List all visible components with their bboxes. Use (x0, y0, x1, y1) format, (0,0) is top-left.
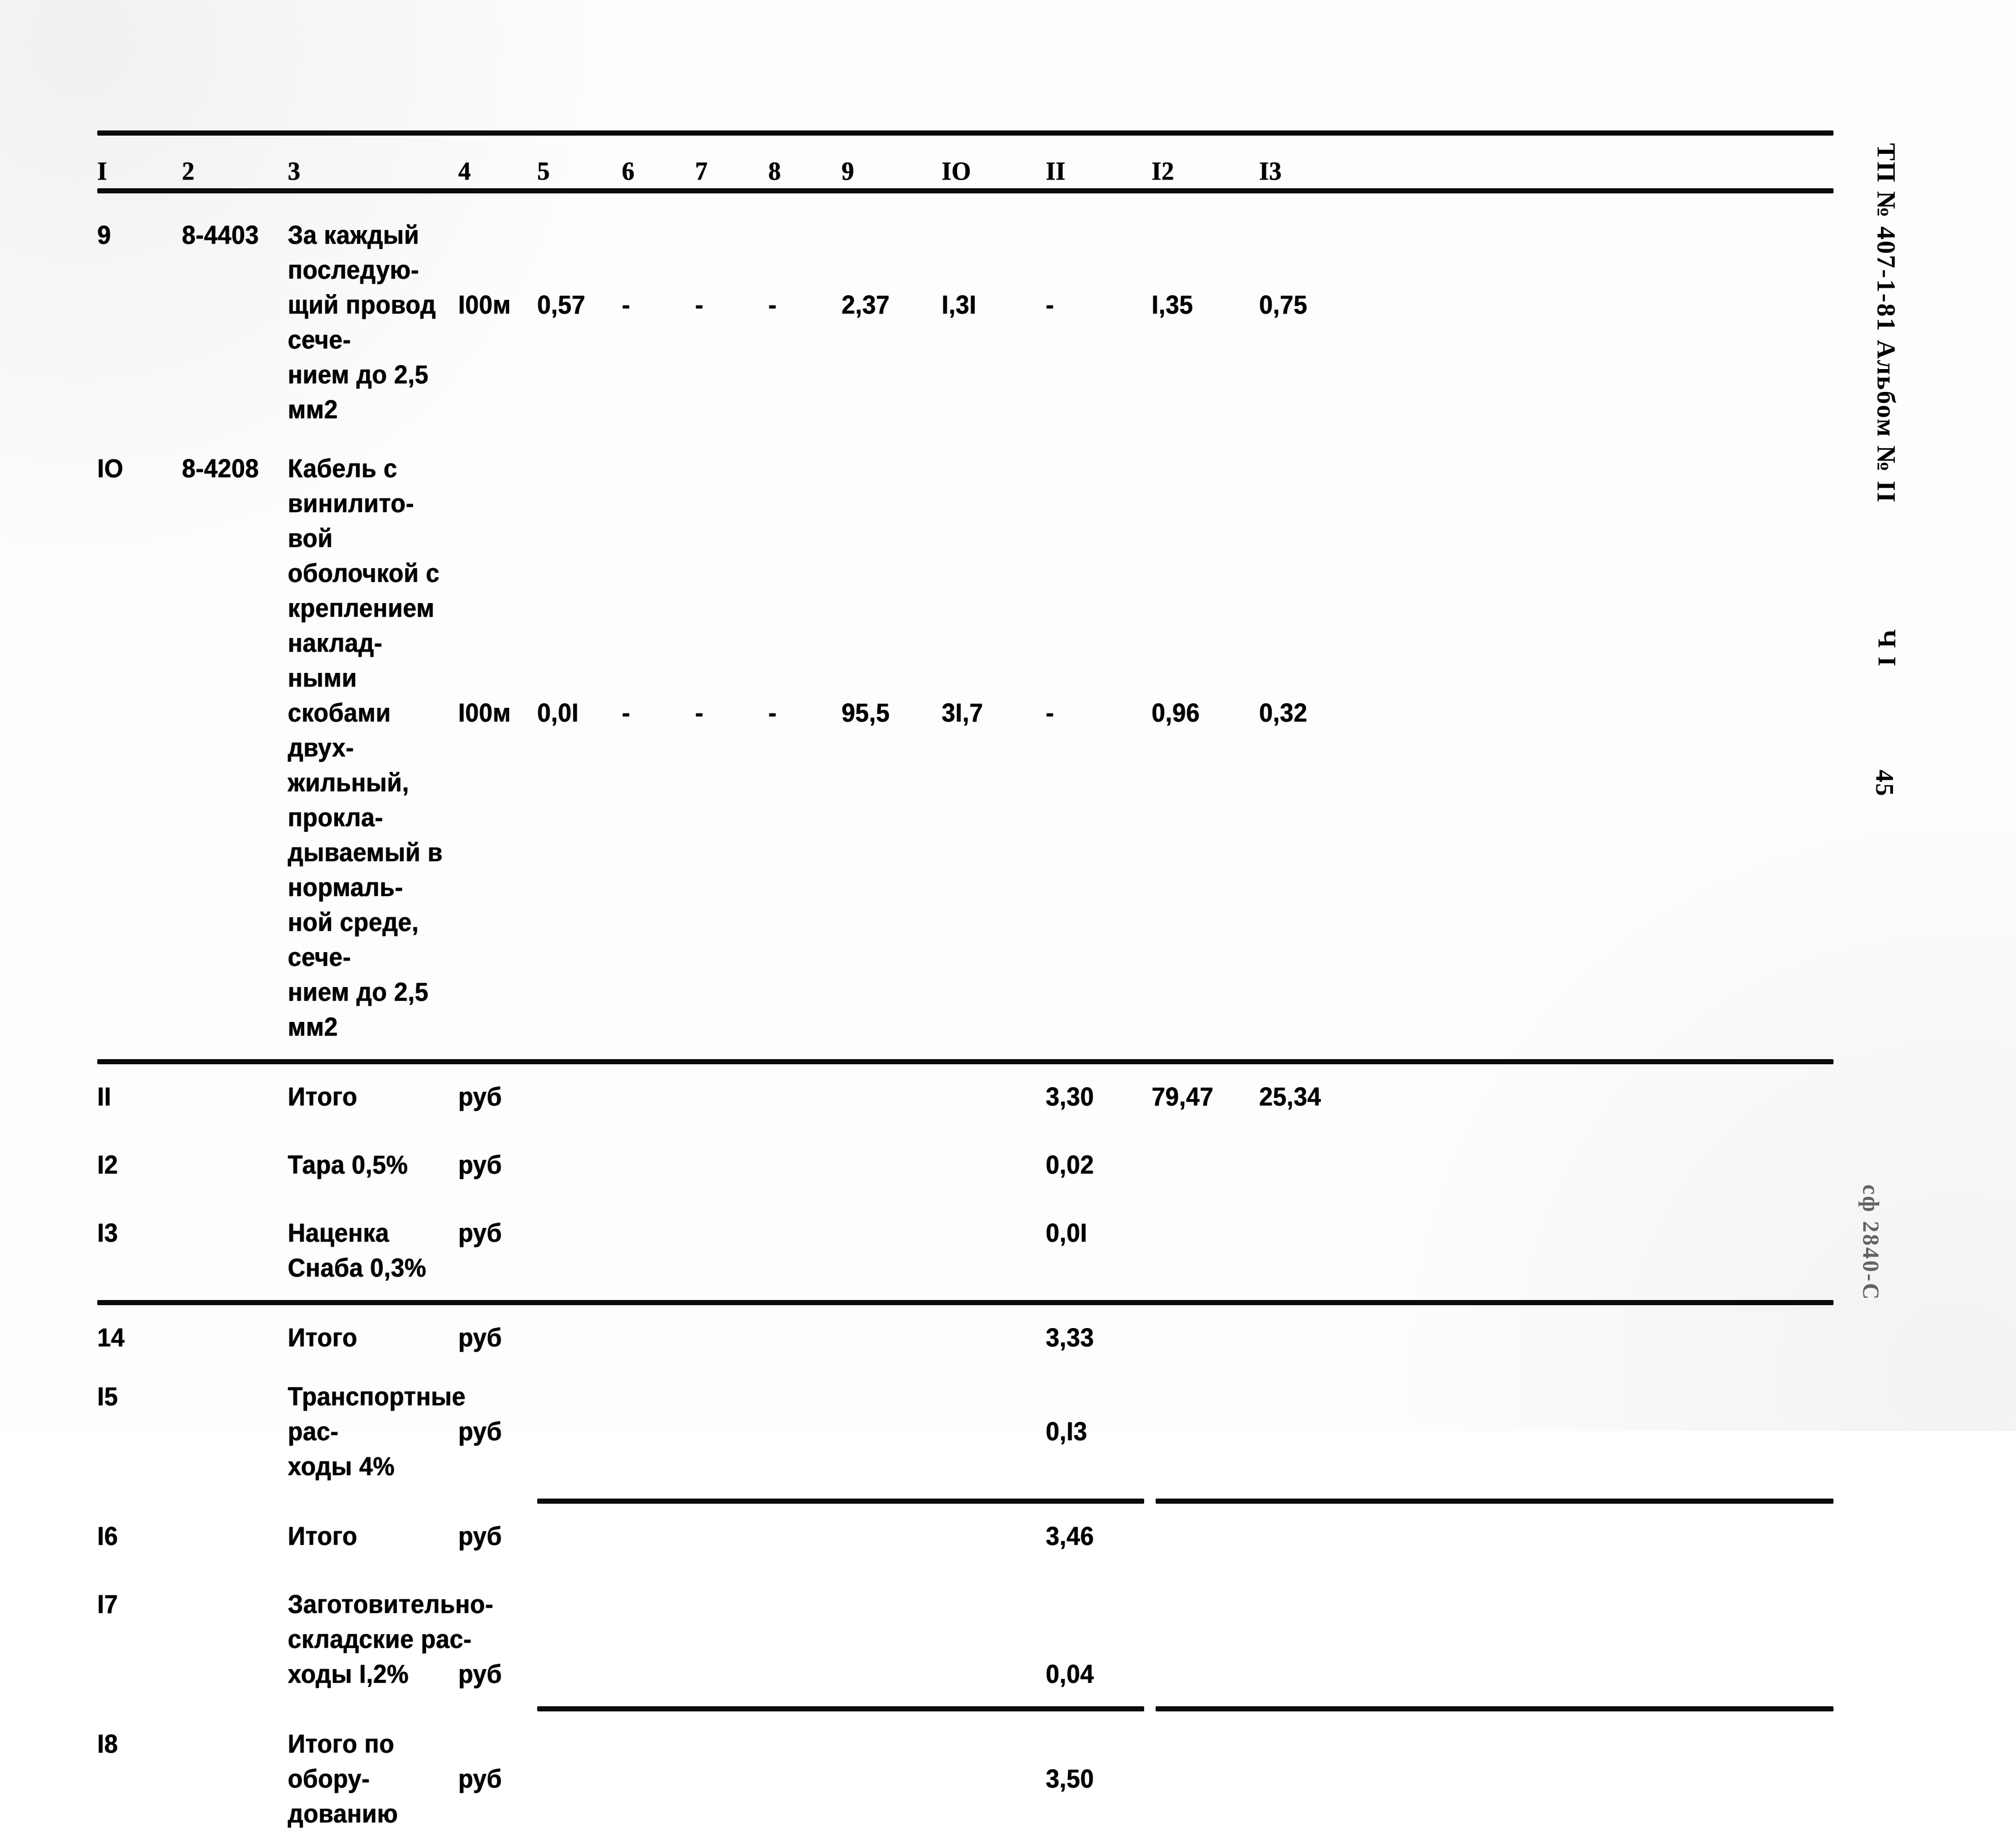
row-number: 9 (97, 220, 111, 249)
subtotal-rule-4 (97, 1706, 1834, 1711)
table-row: I5 Транспортные рас- ходы 4% руб 0,I3 (97, 1379, 1834, 1484)
row-description: Итого (288, 1521, 358, 1551)
row-description: За каждый последую- щий провод сече- ние… (288, 220, 436, 424)
row-value-11: 0,0I (1046, 1218, 1088, 1247)
table-row: I8 Итого по обору- дованию руб 3,50 (97, 1726, 1834, 1831)
column-header-11: II (1046, 156, 1066, 185)
table-row: I2 Тара 0,5% руб 0,02 (97, 1147, 1834, 1182)
row-value-7: - (695, 698, 704, 727)
row-value-10: I,3I (942, 290, 977, 319)
row-unit: руб (458, 1323, 502, 1352)
table-row: I3 Наценка Снаба 0,3% руб 0,0I (97, 1215, 1834, 1285)
row-value-11: 0,02 (1046, 1150, 1094, 1179)
subtotal-rule-1 (97, 1059, 1834, 1064)
row-value-13: 0,75 (1259, 290, 1308, 319)
row-value-11: 0,I3 (1046, 1417, 1088, 1446)
row-unit: руб (458, 1417, 502, 1446)
table-row: II Итого руб 3,30 79,47 25,34 (97, 1079, 1834, 1114)
row-value-11: - (1046, 698, 1054, 727)
row-number: I7 (97, 1590, 118, 1619)
row-description: Итого (288, 1082, 358, 1111)
column-header-3: 3 (288, 156, 301, 185)
row-number: IO (97, 454, 124, 483)
row-value-12: I,35 (1152, 290, 1193, 319)
row-value-11: - (1046, 290, 1054, 319)
row-unit: руб (458, 1150, 502, 1179)
row-value-8: - (768, 290, 777, 319)
document-page: I 2 3 4 5 6 7 8 9 IO II I2 I3 9 8-4403 З… (0, 0, 2016, 1828)
row-value-11: 3,46 (1046, 1521, 1094, 1551)
column-header-1: I (97, 156, 108, 185)
margin-part-label: Ч I (1873, 629, 1901, 668)
row-unit: I00м (458, 698, 511, 727)
row-unit: руб (458, 1521, 502, 1551)
row-value-12: 79,47 (1152, 1082, 1214, 1111)
row-value-5: 0,57 (537, 290, 586, 319)
column-header-12: I2 (1152, 156, 1174, 185)
estimate-table: I 2 3 4 5 6 7 8 9 IO II I2 I3 9 8-4403 З… (97, 130, 1834, 1831)
table-top-rule (97, 130, 1834, 136)
row-number: I6 (97, 1521, 118, 1551)
column-header-8: 8 (768, 156, 781, 185)
row-unit: руб (458, 1764, 502, 1793)
row-unit: I00м (458, 290, 511, 319)
row-value-11: 0,04 (1046, 1659, 1094, 1689)
row-code: 8-4403 (182, 220, 259, 249)
row-number: I3 (97, 1218, 118, 1247)
table-header-row: I 2 3 4 5 6 7 8 9 IO II I2 I3 (97, 136, 1834, 188)
margin-archive-stamp: сф 2840-С (1858, 1184, 1884, 1302)
row-value-13: 25,34 (1259, 1082, 1321, 1111)
row-description: Итого по обору- дованию (288, 1729, 398, 1828)
row-description: Итого (288, 1323, 358, 1352)
row-number: I8 (97, 1729, 118, 1758)
row-value-11: 3,33 (1046, 1323, 1094, 1352)
column-header-2: 2 (182, 156, 195, 185)
column-header-7: 7 (695, 156, 708, 185)
row-value-11: 3,30 (1046, 1082, 1094, 1111)
row-description: Наценка Снаба 0,3% (288, 1218, 427, 1282)
subtotal-rule-3 (97, 1499, 1834, 1504)
column-header-5: 5 (537, 156, 550, 185)
row-description: Тара 0,5% (288, 1150, 408, 1179)
row-value-12: 0,96 (1152, 698, 1200, 727)
margin-project-reference: ТП № 407-1-81 Альбом № II (1872, 143, 1901, 504)
row-number: I5 (97, 1382, 118, 1411)
row-value-9: 2,37 (842, 290, 890, 319)
row-value-11: 3,50 (1046, 1764, 1094, 1793)
row-number: 14 (97, 1323, 125, 1352)
row-value-8: - (768, 698, 777, 727)
subtotal-rule-2 (97, 1300, 1834, 1305)
header-bottom-rule (97, 188, 1834, 193)
row-number: II (97, 1082, 112, 1111)
row-value-10: 3I,7 (942, 698, 983, 727)
row-value-6: - (622, 698, 630, 727)
row-description: Транспортные рас- ходы 4% (288, 1382, 466, 1481)
right-margin-block: ТП № 407-1-81 Альбом № II Ч I 45 сф 2840… (1858, 0, 1976, 1431)
row-code: 8-4208 (182, 454, 259, 483)
table-row: 14 Итого руб 3,33 (97, 1320, 1834, 1355)
row-value-5: 0,0I (537, 698, 579, 727)
margin-page-number: 45 (1871, 770, 1899, 797)
row-unit: руб (458, 1082, 502, 1111)
row-value-9: 95,5 (842, 698, 890, 727)
row-value-13: 0,32 (1259, 698, 1308, 727)
table-row: I7 Заготовительно- складские рас- ходы I… (97, 1587, 1834, 1691)
row-number: I2 (97, 1150, 118, 1179)
row-unit: руб (458, 1659, 502, 1689)
column-header-13: I3 (1259, 156, 1282, 185)
column-header-4: 4 (458, 156, 471, 185)
table-row: I6 Итого руб 3,46 (97, 1519, 1834, 1553)
column-header-9: 9 (842, 156, 855, 185)
column-header-6: 6 (622, 156, 635, 185)
row-value-7: - (695, 290, 704, 319)
row-description: Кабель с винилито- вой оболочкой с крепл… (288, 454, 443, 1041)
row-unit: руб (458, 1218, 502, 1247)
table-row: IO 8-4208 Кабель с винилито- вой оболочк… (97, 451, 1834, 1044)
table-row: 9 8-4403 За каждый последую- щий провод … (97, 217, 1834, 427)
column-header-10: IO (942, 156, 971, 185)
row-value-6: - (622, 290, 630, 319)
